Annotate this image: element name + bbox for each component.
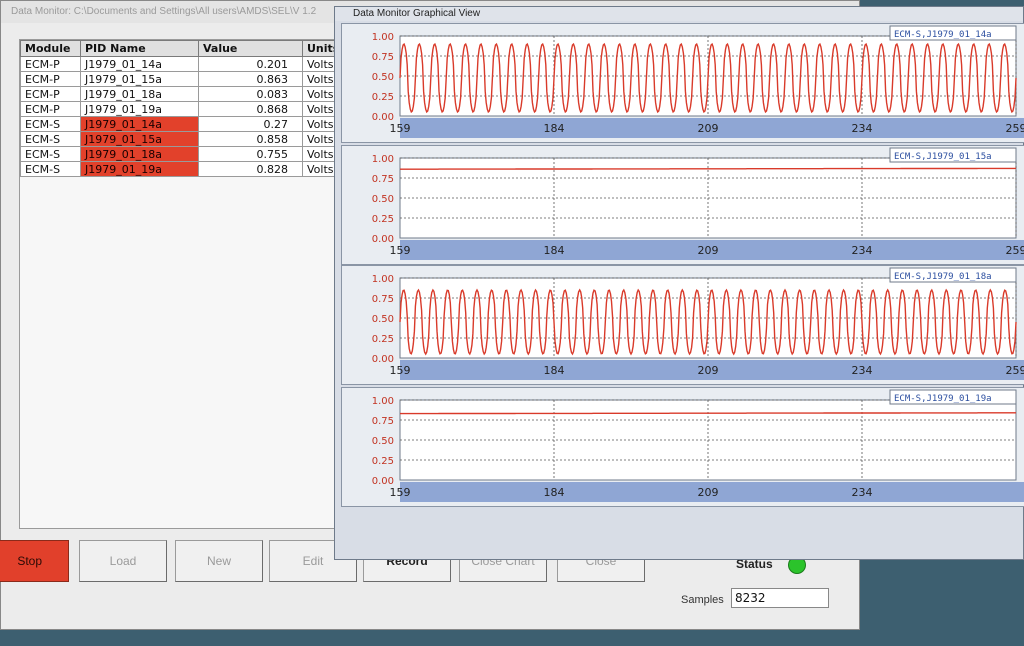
x-tick-label: 209 xyxy=(698,122,719,135)
module-cell: ECM-S xyxy=(20,116,81,132)
pid-name-cell: J1979_01_19a xyxy=(80,101,199,117)
x-tick-label: 184 xyxy=(544,244,565,257)
x-tick-label: 209 xyxy=(698,364,719,377)
stop-button[interactable]: Stop xyxy=(0,540,69,582)
module-cell: ECM-S xyxy=(20,131,81,147)
x-tick-label: 234 xyxy=(852,486,873,499)
x-tick-label: 259 xyxy=(1006,244,1024,257)
chart-panel-1: 0.00 0.25 0.50 0.75 1.00 159 184 209 234 259 ECM-S… xyxy=(341,23,1024,143)
module-cell: ECM-S xyxy=(20,146,81,162)
pid-table: Module PID Name Value Units ECM-P J1979_0… xyxy=(20,40,344,177)
graph-window-title: Data Monitor Graphical View xyxy=(335,7,1023,21)
y-tick-label: 0.75 xyxy=(372,174,394,185)
y-tick-label: 0.25 xyxy=(372,214,394,225)
y-tick-label: 0.50 xyxy=(372,72,394,83)
module-cell: ECM-P xyxy=(20,86,81,102)
table-row[interactable]: ECM-P J1979_01_18a 0.083 Volts xyxy=(20,86,344,102)
chart-svg-3: 0.000.250.500.751.00159 184 209 234 259ECM-S… xyxy=(372,267,1024,380)
legend-label: ECM-S,J1979_01_15a xyxy=(894,152,992,162)
module-cell: ECM-P xyxy=(20,101,81,117)
y-tick-label: 1.00 xyxy=(372,32,394,43)
table-row[interactable]: ECM-S J1979_01_14a 0.27 Volts xyxy=(20,116,344,132)
value-cell: 0.858 xyxy=(198,131,303,147)
value-cell: 0.828 xyxy=(198,161,303,177)
y-tick-label: 0.50 xyxy=(372,194,394,205)
column-header-value[interactable]: Value xyxy=(198,40,303,57)
x-tick-label: 259 xyxy=(1006,364,1024,377)
table-row[interactable]: ECM-P J1979_01_14a 0.201 Volts xyxy=(20,56,344,72)
x-tick-label: 159 xyxy=(390,364,411,377)
new-button[interactable]: New xyxy=(175,540,263,582)
series-legend: ECM-S,J1979_01_18a xyxy=(889,267,1017,283)
table-row[interactable]: ECM-P J1979_01_15a 0.863 Volts xyxy=(20,71,344,87)
x-tick-label: 159 xyxy=(390,244,411,257)
y-tick-label: 0.50 xyxy=(372,314,394,325)
y-tick-label: 0.25 xyxy=(372,92,394,103)
series-legend: ECM-S,J1979_01_14a xyxy=(889,25,1017,41)
y-tick-label: 0.50 xyxy=(372,436,394,447)
x-tick-label: 209 xyxy=(698,244,719,257)
table-row[interactable]: ECM-P J1979_01_19a 0.868 Volts xyxy=(20,101,344,117)
x-tick-label: 259 xyxy=(1006,122,1024,135)
chart-panel-3: 0.00 0.25 0.50 0.75 1.00 159 184 209 234 259 ECM-S… xyxy=(341,265,1024,385)
samples-count-field[interactable]: 8232 xyxy=(731,588,829,608)
table-row[interactable]: ECM-S J1979_01_15a 0.858 Volts xyxy=(20,131,344,147)
series-line xyxy=(400,412,1016,415)
series-legend: ECM-S,J1979_01_15a xyxy=(889,147,1017,163)
table-row[interactable]: ECM-S J1979_01_19a 0.828 Volts xyxy=(20,161,344,177)
chart-svg-4: 0.000.250.500.751.00159 184 209 234ECM-S,J1… xyxy=(372,389,1024,502)
chart-panel-2: 0.00 0.25 0.50 0.75 1.00 159 184 209 234 259 ECM-S… xyxy=(341,145,1024,265)
pid-name-cell: J1979_01_19a xyxy=(80,161,199,177)
value-cell: 0.083 xyxy=(198,86,303,102)
x-tick-label: 184 xyxy=(544,486,565,499)
y-tick-label: 0.75 xyxy=(372,52,394,63)
chart-panel-4: 0.00 0.25 0.50 0.75 1.00 159 184 209 234 ECM-S,J1… xyxy=(341,387,1024,507)
value-cell: 0.868 xyxy=(198,101,303,117)
value-cell: 0.863 xyxy=(198,71,303,87)
y-tick-label: 0.75 xyxy=(372,416,394,427)
y-tick-label: 1.00 xyxy=(372,274,394,285)
load-button[interactable]: Load xyxy=(79,540,167,582)
module-cell: ECM-S xyxy=(20,161,81,177)
value-cell: 0.755 xyxy=(198,146,303,162)
samples-label: Samples xyxy=(681,594,724,606)
table-row[interactable]: ECM-S J1979_01_18a 0.755 Volts xyxy=(20,146,344,162)
x-tick-label: 209 xyxy=(698,486,719,499)
chart-svg-2: 0.000.250.500.751.00159 184 209 234 259ECM-S… xyxy=(372,147,1024,260)
x-tick-label: 234 xyxy=(852,244,873,257)
legend-label: ECM-S,J1979_01_14a xyxy=(894,30,992,40)
series-legend: ECM-S,J1979_01_19a xyxy=(889,389,1017,405)
column-header-module[interactable]: Module xyxy=(20,40,81,57)
value-cell: 0.27 xyxy=(198,116,303,132)
module-cell: ECM-P xyxy=(20,56,81,72)
value-cell: 0.201 xyxy=(198,56,303,72)
module-cell: ECM-P xyxy=(20,71,81,87)
series-line xyxy=(400,167,1016,170)
pid-name-cell: J1979_01_18a xyxy=(80,86,199,102)
chart-svg-1: 0.000.250.500.751.00159 184 209 234 259ECM-S… xyxy=(372,25,1024,138)
x-tick-label: 159 xyxy=(390,486,411,499)
y-tick-label: 0.25 xyxy=(372,334,394,345)
column-header-pid-name[interactable]: PID Name xyxy=(80,40,199,57)
pid-name-cell: J1979_01_14a xyxy=(80,116,199,132)
graphical-view-window: Data Monitor Graphical View 0.00 0.25 0.50… xyxy=(334,6,1024,560)
pid-table-panel: Module PID Name Value Units ECM-P J1979_0… xyxy=(19,39,345,529)
table-header-row: Module PID Name Value Units xyxy=(20,40,344,57)
legend-label: ECM-S,J1979_01_18a xyxy=(894,272,992,282)
pid-name-cell: J1979_01_18a xyxy=(80,146,199,162)
pid-name-cell: J1979_01_14a xyxy=(80,56,199,72)
pid-name-cell: J1979_01_15a xyxy=(80,71,199,87)
y-tick-label: 0.75 xyxy=(372,294,394,305)
x-tick-label: 234 xyxy=(852,364,873,377)
y-tick-label: 1.00 xyxy=(372,154,394,165)
x-tick-label: 234 xyxy=(852,122,873,135)
y-tick-label: 1.00 xyxy=(372,396,394,407)
pid-name-cell: J1979_01_15a xyxy=(80,131,199,147)
x-tick-label: 184 xyxy=(544,364,565,377)
legend-label: ECM-S,J1979_01_19a xyxy=(894,394,992,404)
y-tick-label: 0.25 xyxy=(372,456,394,467)
x-tick-label: 184 xyxy=(544,122,565,135)
x-tick-label: 159 xyxy=(390,122,411,135)
